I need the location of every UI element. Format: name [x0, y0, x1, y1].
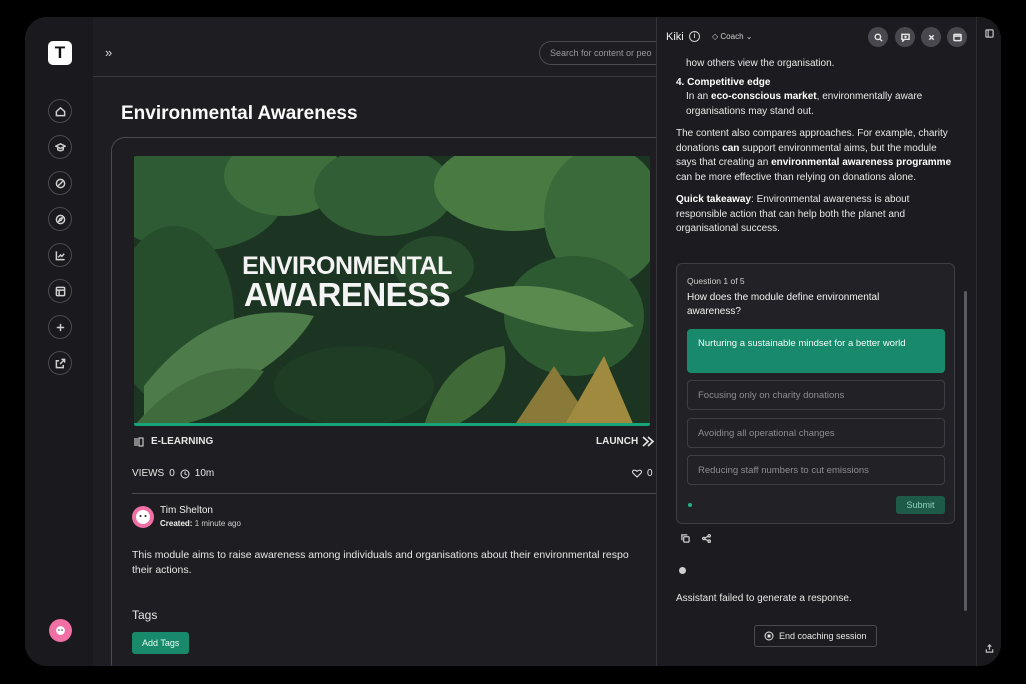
quiz-option-4[interactable]: Reducing staff numbers to cut emissions	[687, 455, 945, 485]
export-icon[interactable]	[985, 644, 994, 653]
created-value: 1 minute ago	[194, 519, 241, 528]
coach-panel: Kiki i ◇ Coach ⌄ how others view the org…	[656, 17, 976, 666]
description-line2: their actions.	[132, 564, 192, 576]
quiz-counter: Question 1 of 5	[687, 276, 745, 286]
chevron-down-icon: ⌄	[745, 32, 753, 41]
top-bar: » Search for content or peo	[93, 17, 669, 77]
search-chat-button[interactable]	[868, 27, 888, 47]
home-icon[interactable]	[48, 99, 72, 123]
heart-icon	[632, 469, 642, 478]
clock-icon	[180, 469, 190, 478]
module-stats: VIEWS 0 10m	[132, 468, 214, 479]
views-count: 0	[169, 468, 175, 479]
quiz-option-2[interactable]: Focusing only on charity donations	[687, 380, 945, 410]
chevrons-right-icon	[642, 436, 655, 447]
launch-label: LAUNCH	[596, 436, 639, 447]
main-content: » Search for content or peo Environmenta…	[93, 17, 671, 666]
coach-mode-select[interactable]: ◇ Coach ⌄	[712, 32, 752, 41]
item4-bold: eco-conscious market	[711, 91, 817, 102]
p1-d: environmental awareness programme	[771, 157, 952, 168]
launch-button[interactable]: LAUNCH	[596, 436, 655, 447]
compass-icon[interactable]	[48, 207, 72, 231]
item4-title: 4. Competitive edge	[676, 76, 771, 88]
window-icon	[952, 33, 962, 41]
close-panel-button[interactable]	[921, 27, 941, 47]
app-window: T » Search for content or peo Environmen…	[25, 17, 1001, 666]
left-nav-rail: T	[25, 17, 93, 666]
chat-transcript: how others view the organisation. 4. Com…	[676, 57, 956, 245]
p1-b: can	[722, 142, 740, 154]
takeaway-label: Quick takeaway	[676, 194, 752, 205]
chat-list-item: 4. Competitive edge In an eco-conscious …	[676, 76, 956, 120]
tags-heading: Tags	[132, 608, 158, 622]
share-icon[interactable]	[702, 534, 711, 543]
hero-title-line2: AWARENESS	[243, 276, 451, 313]
message-plus-icon	[900, 33, 910, 42]
chat-prev-line: how others view the organisation.	[686, 58, 835, 69]
analytics-icon[interactable]	[48, 243, 72, 267]
toggle-layout-button[interactable]	[947, 27, 967, 47]
graduation-cap-icon: ◇	[712, 32, 719, 41]
chat-takeaway: Quick takeaway: Environmental awareness …	[676, 193, 956, 237]
quiz-card: Question 1 of 5 How does the module defi…	[676, 263, 955, 524]
expand-sidebar-icon[interactable]: »	[105, 45, 112, 60]
quiz-option-3[interactable]: Avoiding all operational changes	[687, 418, 945, 448]
message-actions	[681, 534, 711, 543]
info-icon[interactable]: i	[689, 31, 700, 42]
submit-button[interactable]: Submit	[896, 496, 945, 514]
app-logo[interactable]: T	[48, 41, 72, 65]
divider	[132, 493, 662, 494]
add-tags-button[interactable]: Add Tags	[132, 632, 190, 654]
typing-indicator	[679, 567, 686, 574]
chat-paragraph: The content also compares approaches. Fo…	[676, 127, 956, 185]
coach-header: Kiki i ◇ Coach ⌄	[657, 17, 977, 57]
user-avatar[interactable]	[49, 619, 72, 642]
new-chat-button[interactable]	[895, 27, 915, 47]
explore-icon[interactable]	[48, 171, 72, 195]
author-avatar[interactable]	[132, 506, 154, 528]
layout-icon[interactable]	[48, 279, 72, 303]
add-icon[interactable]	[48, 315, 72, 339]
chat-scrollbar[interactable]	[964, 291, 967, 611]
right-toolbar	[976, 17, 1001, 666]
module-description: This module aims to raise awareness amon…	[132, 548, 660, 578]
learning-cap-icon[interactable]	[48, 135, 72, 159]
quiz-question: How does the module define environmental…	[687, 292, 880, 317]
created-info: Created: 1 minute ago	[160, 519, 241, 528]
views-label: VIEWS	[132, 468, 165, 479]
copy-icon[interactable]	[681, 534, 690, 543]
page-title: Environmental Awareness	[121, 103, 358, 124]
sidebar-toggle-icon[interactable]	[985, 29, 994, 38]
coach-mode-label: Coach	[720, 32, 744, 41]
end-coaching-button[interactable]: End coaching session	[754, 625, 877, 647]
description-line1: This module aims to raise awareness amon…	[132, 549, 629, 561]
search-icon	[873, 32, 883, 42]
module-type: E-LEARNING	[134, 436, 213, 447]
likes-count: 0	[647, 468, 653, 479]
module-card: ENVIRONMENTAL AWARENESS E-LEARNING LAUNC…	[111, 137, 671, 666]
coach-name: Kiki	[666, 31, 684, 43]
quiz-option-1[interactable]: Nurturing a sustainable mindset for a be…	[687, 329, 945, 373]
end-coaching-label: End coaching session	[779, 631, 867, 641]
search-input[interactable]: Search for content or peo	[539, 41, 669, 65]
external-link-icon[interactable]	[48, 351, 72, 375]
duration: 10m	[194, 468, 215, 479]
item4-pre: In an	[686, 91, 712, 102]
like-button[interactable]: 0	[632, 468, 653, 479]
progress-dot	[688, 503, 692, 507]
hero-image[interactable]: ENVIRONMENTAL AWARENESS	[134, 156, 650, 426]
p1-e: can be more effective than relying on do…	[676, 171, 916, 183]
module-type-label: E-LEARNING	[151, 436, 214, 447]
error-message: Assistant failed to generate a response.	[676, 593, 852, 604]
stop-circle-icon	[764, 631, 774, 641]
author-name[interactable]: Tim Shelton	[160, 505, 213, 516]
elearning-icon	[134, 437, 144, 446]
close-icon	[928, 34, 934, 40]
created-label: Created:	[160, 519, 193, 528]
